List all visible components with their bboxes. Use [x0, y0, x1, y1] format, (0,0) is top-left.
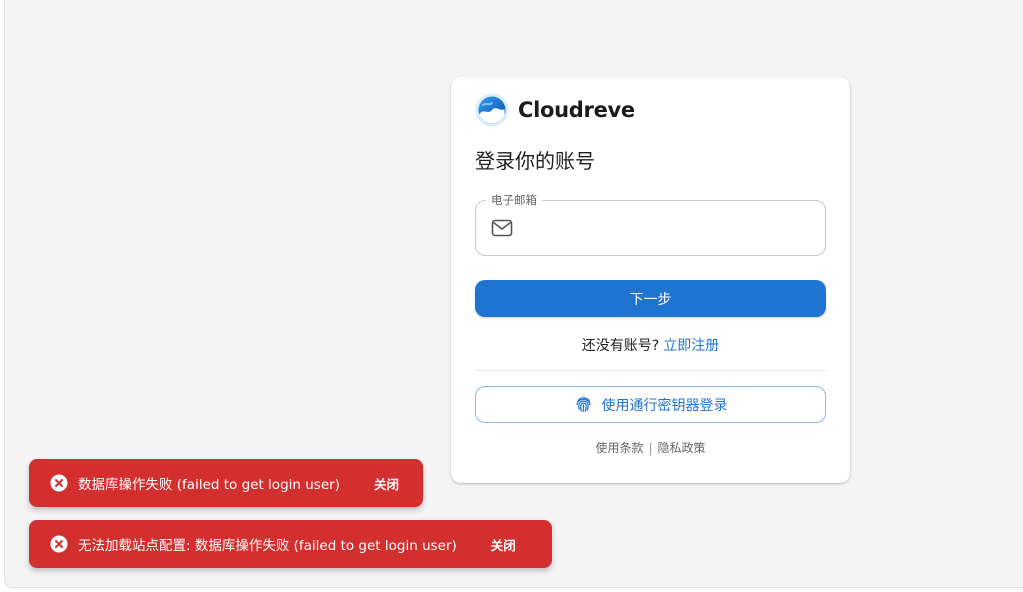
divider: [475, 370, 826, 371]
error-toast: 无法加载站点配置: 数据库操作失败 (failed to get login u…: [29, 520, 552, 568]
error-toast: 数据库操作失败 (failed to get login user) 关闭: [29, 459, 423, 507]
email-field: 电子邮箱: [475, 192, 826, 256]
passkey-login-button[interactable]: 使用通行密钥器登录: [475, 386, 826, 423]
passkey-login-label: 使用通行密钥器登录: [601, 397, 728, 414]
page-title: 登录你的账号: [475, 149, 595, 173]
terms-link[interactable]: 使用条款: [595, 441, 643, 455]
signup-prompt: 还没有账号? 立即注册: [451, 335, 850, 355]
fingerprint-icon: [576, 397, 590, 413]
brand-logo: Cloudreve: [475, 93, 635, 127]
footer-links: 使用条款 | 隐私政策: [451, 439, 850, 456]
toast-close-button[interactable]: 关闭: [483, 529, 524, 560]
login-card: Cloudreve 登录你的账号 电子邮箱 下一步 还没有账号? 立即注册 使用…: [451, 77, 850, 483]
next-button[interactable]: 下一步: [475, 280, 826, 317]
toast-message: 数据库操作失败 (failed to get login user): [78, 477, 340, 493]
footer-separator: |: [648, 441, 653, 455]
mail-icon: [491, 219, 513, 237]
signup-link[interactable]: 立即注册: [663, 338, 719, 354]
toast-message: 无法加载站点配置: 数据库操作失败 (failed to get login u…: [78, 538, 457, 554]
brand-name: Cloudreve: [518, 98, 635, 122]
no-account-text: 还没有账号?: [581, 338, 660, 354]
cloudreve-logo-icon: [475, 93, 509, 127]
error-icon: [50, 535, 68, 553]
page-background: Cloudreve 登录你的账号 电子邮箱 下一步 还没有账号? 立即注册 使用…: [4, 0, 1023, 588]
error-icon: [50, 474, 68, 492]
privacy-link[interactable]: 隐私政策: [658, 441, 706, 455]
email-input[interactable]: [524, 209, 818, 249]
email-field-label: 电子邮箱: [486, 192, 542, 208]
toast-close-button[interactable]: 关闭: [366, 468, 407, 499]
